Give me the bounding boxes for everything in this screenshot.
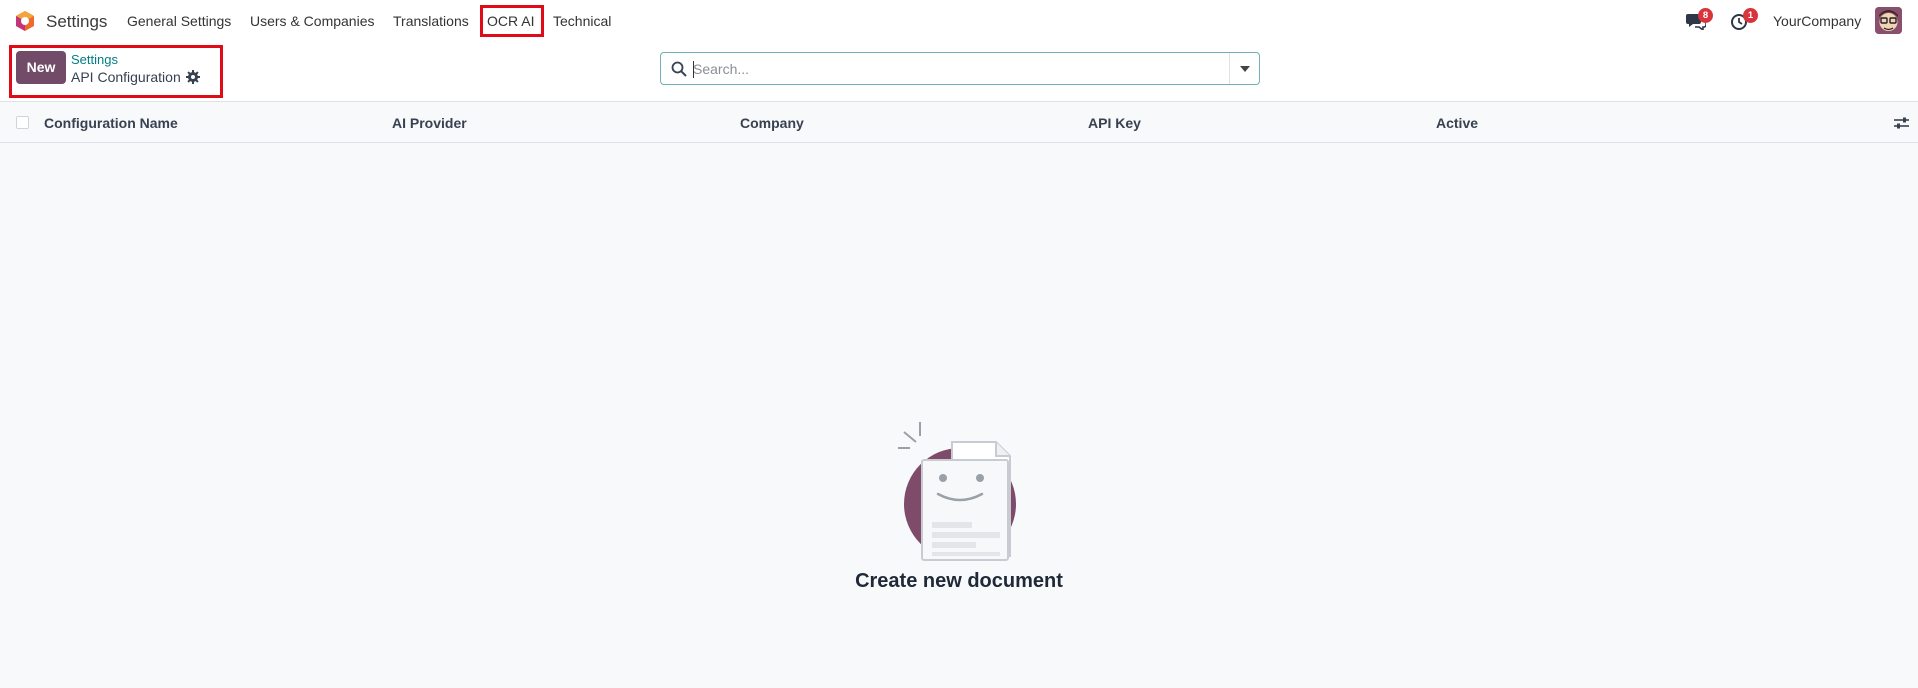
menu-general-settings[interactable]: General Settings	[127, 13, 231, 29]
odoo-app-icon[interactable]	[14, 10, 36, 32]
menu-technical[interactable]: Technical	[553, 13, 611, 29]
column-active[interactable]: Active	[1436, 115, 1478, 131]
search-input[interactable]	[693, 59, 1218, 79]
breadcrumb-parent-link[interactable]: Settings	[71, 52, 118, 67]
optional-columns-icon[interactable]	[1894, 116, 1909, 130]
column-configuration-name[interactable]: Configuration Name	[44, 115, 178, 131]
breadcrumb-current: API Configuration	[71, 69, 181, 85]
column-ai-provider[interactable]: AI Provider	[392, 115, 467, 131]
company-switcher[interactable]: YourCompany	[1773, 13, 1861, 29]
messages-badge: 8	[1698, 8, 1713, 23]
empty-state-title: Create new document	[855, 570, 1063, 592]
list-header: Configuration Name AI Provider Company A…	[0, 102, 1918, 143]
search-bar	[660, 52, 1260, 85]
control-panel: New Settings API Configuration	[0, 42, 1918, 102]
list-content-area	[0, 143, 1918, 688]
text-cursor	[693, 61, 694, 78]
select-all-checkbox[interactable]	[16, 116, 29, 129]
gear-icon[interactable]	[186, 70, 200, 84]
app-name[interactable]: Settings	[46, 12, 107, 32]
search-icon	[671, 61, 687, 77]
menu-translations[interactable]: Translations	[393, 13, 469, 29]
column-api-key[interactable]: API Key	[1088, 115, 1141, 131]
search-options-toggle[interactable]	[1229, 53, 1259, 84]
activities-badge: 1	[1743, 8, 1758, 23]
menu-ocr-ai[interactable]: OCR AI	[487, 13, 534, 29]
menu-users-companies[interactable]: Users & Companies	[250, 13, 375, 29]
column-company[interactable]: Company	[740, 115, 804, 131]
new-button[interactable]: New	[16, 51, 66, 84]
user-avatar[interactable]	[1875, 7, 1902, 34]
empty-document-illustration	[898, 422, 1016, 561]
top-navbar: Settings General Settings Users & Compan…	[0, 0, 1918, 42]
